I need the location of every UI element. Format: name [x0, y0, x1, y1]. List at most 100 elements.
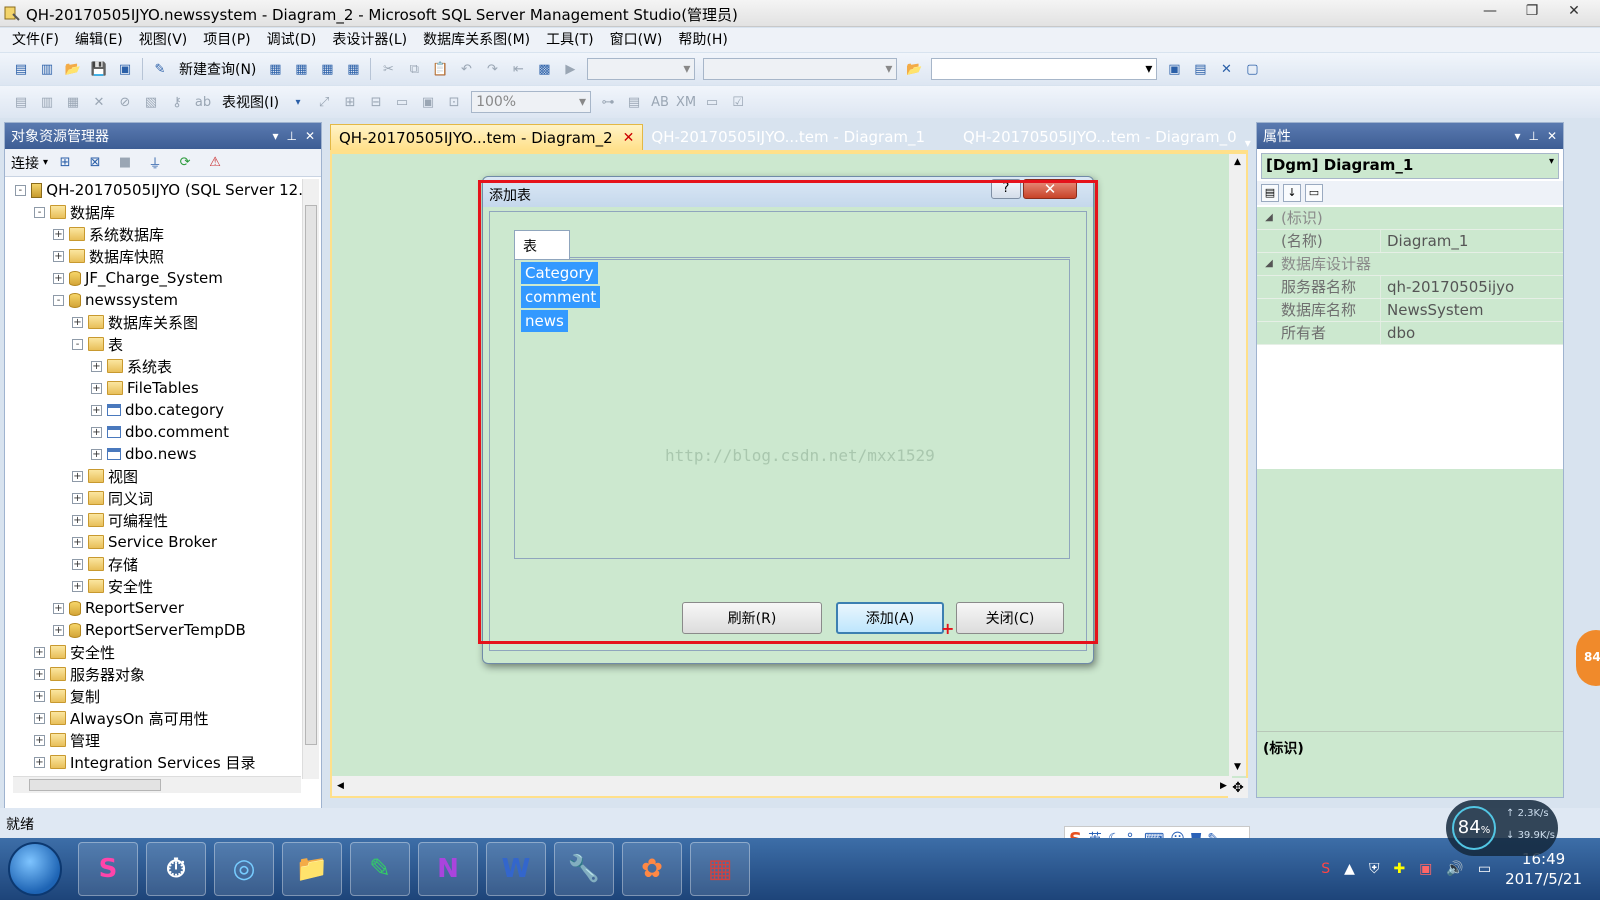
property-row[interactable]: 数据库名称 NewsSystem [1257, 299, 1563, 322]
connect-server-icon[interactable]: ⊞ [54, 152, 76, 174]
connect-button[interactable]: 连接 [11, 153, 39, 173]
pan-icon[interactable]: ✥ [1228, 778, 1248, 798]
new-project-icon[interactable]: ▤ [10, 58, 32, 80]
new-query-button[interactable]: 新建查询(N) [173, 59, 262, 79]
tree-item[interactable]: + 管理 [5, 729, 303, 751]
copy-icon[interactable]: ⧉ [403, 58, 425, 80]
taskbar-app-button[interactable]: 📁 [282, 842, 342, 896]
expand-icon[interactable]: + [72, 470, 83, 482]
property-value[interactable]: dbo [1381, 322, 1563, 344]
expand-icon[interactable]: + [91, 382, 102, 394]
pin-icon[interactable]: ⊥ [1528, 129, 1538, 143]
tree-item[interactable]: + 视图 [5, 465, 303, 487]
menu-tools[interactable]: 工具(T) [538, 29, 601, 51]
taskbar-app-button[interactable]: 🔧 [554, 842, 614, 896]
collapse-icon[interactable]: - [34, 206, 45, 218]
dialog-close-button[interactable]: ✕ [1023, 179, 1077, 199]
alphabetical-icon[interactable]: ↓ [1283, 184, 1301, 202]
stop-icon[interactable]: ■ [114, 152, 136, 174]
close-panel-icon[interactable]: ✕ [1547, 129, 1557, 143]
tree-item[interactable]: + 服务器对象 [5, 663, 303, 685]
tree-item[interactable]: + 可编程性 [5, 509, 303, 531]
volume-icon[interactable]: 🔊 [1446, 861, 1463, 877]
add-related-tables-icon[interactable]: ▦ [62, 91, 84, 113]
add-button[interactable]: 添加(A) [836, 602, 944, 634]
network-icon[interactable]: ▭ [1478, 861, 1491, 877]
panel-dropdown-icon[interactable]: ▾ [272, 129, 278, 143]
tree-item[interactable]: + ReportServerTempDB [5, 619, 303, 641]
activity-monitor-icon[interactable]: ▩ [533, 58, 555, 80]
tab-diagram-0[interactable]: QH-20170505IJYO...tem - Diagram_0 [955, 124, 1245, 150]
check-constraints-icon[interactable]: ☑ [727, 91, 749, 113]
expand-icon[interactable]: + [91, 360, 102, 372]
expand-icon[interactable]: + [72, 514, 83, 526]
manage-spatial-icon[interactable]: ▭ [701, 91, 723, 113]
expand-icon[interactable]: + [72, 316, 83, 328]
tools-icon[interactable]: ✕ [1215, 58, 1237, 80]
expand-icon[interactable]: + [91, 404, 102, 416]
tab-diagram-2[interactable]: QH-20170505IJYO...tem - Diagram_2 ✕ [330, 124, 644, 150]
save-all-icon[interactable]: ▣ [114, 58, 136, 80]
tree-item[interactable]: + dbo.comment [5, 421, 303, 443]
close-button[interactable]: 关闭(C) [956, 602, 1064, 634]
tree-item[interactable]: + JF_Charge_System [5, 267, 303, 289]
window-layout-icon[interactable]: ▢ [1241, 58, 1263, 80]
redo-icon[interactable]: ↷ [481, 58, 503, 80]
tray-arrow-icon[interactable]: ▲ [1344, 861, 1355, 877]
manage-indexes-icon[interactable]: ▤ [623, 91, 645, 113]
expand-icon[interactable]: + [72, 558, 83, 570]
tree-item[interactable]: + 同义词 [5, 487, 303, 509]
taskbar-app-button[interactable]: W [486, 842, 546, 896]
menu-project[interactable]: 项目(P) [195, 29, 258, 51]
scrollbar-thumb[interactable] [29, 779, 161, 791]
connect-dropdown-icon[interactable]: ▾ [43, 157, 48, 168]
tree-item[interactable]: -表 [5, 333, 303, 355]
menu-table-designer[interactable]: 表设计器(L) [324, 29, 415, 51]
plus-icon[interactable]: ✚ [1393, 861, 1405, 877]
taskbar-app-button[interactable]: S [78, 842, 138, 896]
property-value[interactable]: Diagram_1 [1381, 230, 1563, 252]
new-query-icon[interactable]: ✎ [149, 58, 171, 80]
property-category[interactable]: ◢ (标识) [1257, 207, 1563, 230]
expand-icon[interactable]: + [34, 690, 45, 702]
tree-item[interactable]: - QH-20170505IJYO (SQL Server 12. [5, 179, 303, 201]
recalculate-page-breaks-icon[interactable]: ▣ [417, 91, 439, 113]
platform-combo[interactable]: ▾ [703, 58, 898, 80]
menu-database-diagram[interactable]: 数据库关系图(M) [415, 29, 538, 51]
network-monitor-widget[interactable]: 84% ↑ 2.3K/s ↓ 39.9K/s [1446, 800, 1558, 856]
collapse-icon[interactable]: - [72, 338, 83, 350]
list-item[interactable]: Category [521, 262, 598, 284]
mdx-query-icon[interactable]: ▦ [290, 58, 312, 80]
property-row[interactable]: 服务器名称 qh-20170505ijyo [1257, 276, 1563, 299]
start-debug-icon[interactable]: ▶ [559, 58, 581, 80]
property-pages-icon[interactable]: ▭ [1305, 184, 1323, 202]
tree-item[interactable]: - newssystem [5, 289, 303, 311]
expand-icon[interactable]: + [53, 272, 64, 284]
property-value[interactable]: qh-20170505ijyo [1381, 276, 1563, 298]
tree-item[interactable]: + AlwaysOn 高可用性 [5, 707, 303, 729]
taskbar-app-button[interactable]: ✿ [622, 842, 682, 896]
taskbar-app-button[interactable]: ⏱ [146, 842, 206, 896]
panel-dropdown-icon[interactable]: ▾ [1514, 129, 1520, 143]
collapse-category-icon[interactable]: ◢ [1257, 207, 1281, 229]
menu-window[interactable]: 窗口(W) [602, 29, 671, 51]
object-explorer-icon[interactable]: ▣ [1163, 58, 1185, 80]
tree-item[interactable]: + ReportServer [5, 597, 303, 619]
menu-help[interactable]: 帮助(H) [670, 29, 735, 51]
menu-view[interactable]: 视图(V) [131, 29, 196, 51]
property-row[interactable]: (名称) Diagram_1 [1257, 230, 1563, 253]
refresh-icon[interactable]: ⟳ [174, 152, 196, 174]
network-alert-icon[interactable]: ▣ [1419, 861, 1432, 877]
property-value[interactable]: NewsSystem [1381, 299, 1563, 321]
zoom-combo[interactable]: 100% ▾ [471, 91, 592, 113]
menu-edit[interactable]: 编辑(E) [67, 29, 131, 51]
arrange-tables-icon[interactable]: ⊟ [365, 91, 387, 113]
close-window-button[interactable]: ✕ [1554, 0, 1594, 22]
add-item-icon[interactable]: ▥ [36, 58, 58, 80]
expand-icon[interactable]: + [53, 602, 64, 614]
pin-icon[interactable]: ⊥ [286, 129, 296, 143]
expand-icon[interactable]: + [53, 228, 64, 240]
scroll-left-icon[interactable]: ◀ [332, 776, 349, 796]
menu-debug[interactable]: 调试(D) [259, 29, 325, 51]
taskbar-app-button[interactable]: ▦ [690, 842, 750, 896]
